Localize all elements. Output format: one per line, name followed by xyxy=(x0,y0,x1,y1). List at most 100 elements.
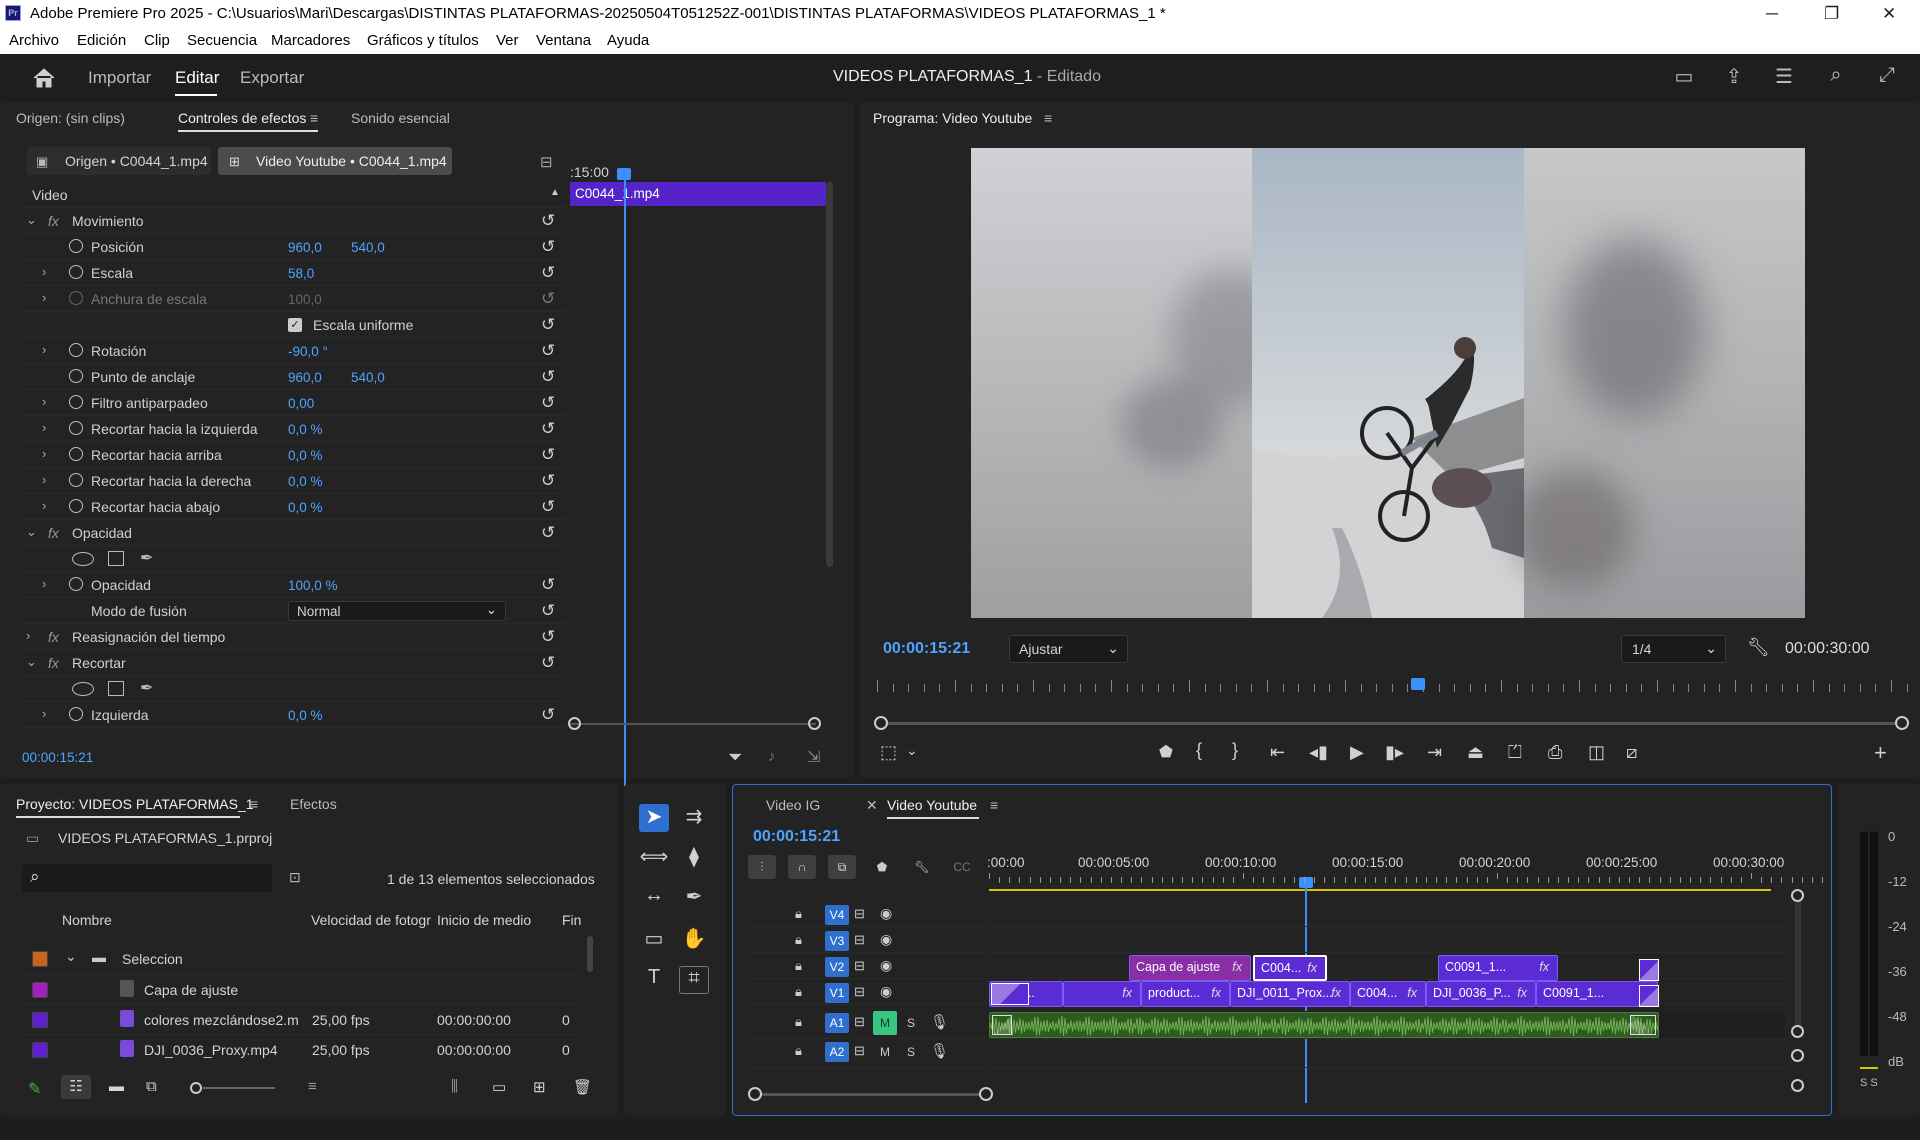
linked-selection-icon[interactable]: ⧉ xyxy=(828,855,856,879)
expand-chevron-icon[interactable]: › xyxy=(42,394,46,409)
expand-chevron-icon[interactable]: › xyxy=(42,576,46,591)
wrench-icon[interactable]: 🔧︎ xyxy=(1747,637,1770,658)
property-value[interactable]: 960,0 xyxy=(288,240,322,255)
list-view-icon[interactable]: ☷ xyxy=(61,1075,91,1099)
timeline-clip[interactable]: fx xyxy=(1063,981,1141,1007)
clip-fx-badge[interactable]: fx xyxy=(1211,986,1221,1000)
program-ruler[interactable] xyxy=(877,680,1908,694)
export-frame-icon[interactable]: ⇲ xyxy=(807,747,820,767)
stopwatch-icon[interactable] xyxy=(69,447,83,461)
menu-ayuda[interactable]: Ayuda xyxy=(607,32,649,49)
track-target-v3[interactable]: V3 xyxy=(825,931,849,951)
filter-icon[interactable]: ⏷ xyxy=(728,747,742,768)
close-button[interactable]: ✕ xyxy=(1882,4,1896,24)
reset-icon[interactable]: ↺ xyxy=(541,419,555,439)
property-value[interactable]: 58,0 xyxy=(288,266,314,281)
menu-ventana[interactable]: Ventana xyxy=(536,32,591,49)
icon-view-icon[interactable]: ▬ xyxy=(109,1078,124,1095)
menu-marcadores[interactable]: Marcadores xyxy=(271,32,350,49)
settings-chevron-icon[interactable]: ⌄ xyxy=(906,742,918,759)
timeline-clip[interactable]: C004... fx xyxy=(1253,955,1327,981)
stopwatch-icon[interactable] xyxy=(69,395,83,409)
timeline-settings-icon[interactable]: 🔧︎ xyxy=(908,855,936,879)
step-back-icon[interactable]: ◂▮ xyxy=(1309,742,1328,763)
play-icon[interactable]: ▶ xyxy=(1350,742,1364,763)
label-color-swatch[interactable] xyxy=(32,1042,48,1058)
label-color-swatch[interactable] xyxy=(32,1012,48,1028)
reset-icon[interactable]: ↺ xyxy=(541,705,555,725)
a-scroll-bottom[interactable] xyxy=(1791,1079,1804,1092)
property-value[interactable]: 960,0 xyxy=(288,370,322,385)
meter-clip-indicator[interactable] xyxy=(1860,824,1878,832)
tab-video-youtube[interactable]: Video Youtube xyxy=(887,797,977,813)
timeline-clip[interactable]: C004... fx xyxy=(1350,981,1426,1007)
go-to-in-icon[interactable]: ⇤ xyxy=(1270,742,1285,763)
stopwatch-icon[interactable] xyxy=(69,369,83,383)
reset-icon[interactable]: ↺ xyxy=(541,341,555,361)
timeline-zoom-left[interactable] xyxy=(748,1087,762,1101)
sync-lock-icon[interactable]: ⊟ xyxy=(854,906,865,922)
microphone-icon[interactable]: 🎙︎ xyxy=(930,1042,949,1060)
lift-icon[interactable]: ⏏ xyxy=(1467,742,1484,763)
label-color-swatch[interactable] xyxy=(32,982,48,998)
program-menu-icon[interactable]: ≡ xyxy=(1044,110,1052,126)
reset-icon[interactable]: ↺ xyxy=(541,289,555,309)
tab-video-ig[interactable]: Video IG xyxy=(766,797,820,813)
expand-chevron-icon[interactable]: › xyxy=(42,420,46,435)
column-nombre[interactable]: Nombre xyxy=(62,912,112,928)
reset-icon[interactable]: ↺ xyxy=(541,627,555,647)
expand-chevron-icon[interactable]: › xyxy=(42,446,46,461)
mark-in-icon[interactable]: { xyxy=(1196,740,1202,761)
pencil-icon[interactable]: ✎ xyxy=(28,1079,41,1099)
pen-tool[interactable]: ✒ xyxy=(679,884,709,912)
column-fin[interactable]: Fin xyxy=(562,912,581,928)
reset-icon[interactable]: ↺ xyxy=(541,445,555,465)
nav-editar[interactable]: Editar xyxy=(175,68,219,88)
zoom-handle-left[interactable] xyxy=(568,717,581,730)
property-value[interactable]: 0,00 xyxy=(288,396,314,411)
tab-efectos[interactable]: Efectos xyxy=(290,796,337,812)
property-value[interactable]: 0,0 % xyxy=(288,422,323,437)
clip-fx-badge[interactable]: fx xyxy=(1517,986,1527,1000)
step-forward-icon[interactable]: ▮▸ xyxy=(1385,742,1404,763)
camera-icon[interactable]: ⎙ xyxy=(1548,742,1562,763)
ec-vertical-scrollbar[interactable] xyxy=(826,182,833,567)
reset-icon[interactable]: ↺ xyxy=(541,263,555,283)
ellipse-mask-icon[interactable] xyxy=(72,552,94,566)
lock-icon[interactable]: 🔒︎ xyxy=(795,1043,802,1059)
solo-button[interactable]: S xyxy=(907,1045,915,1059)
mini-timeline-clip[interactable]: C0044_1.mp4 xyxy=(570,182,826,206)
column-fps[interactable]: Velocidad de fotogr xyxy=(311,912,431,928)
stopwatch-icon[interactable] xyxy=(69,421,83,435)
program-zoom-left[interactable] xyxy=(874,716,888,730)
v-scroll-top[interactable] xyxy=(1791,889,1804,902)
generative-extend-tool[interactable]: ⌗ xyxy=(679,966,709,994)
sync-lock-icon[interactable]: ⊟ xyxy=(854,1014,865,1030)
nest-toggle-icon[interactable]: ⫶ xyxy=(748,855,776,879)
audio-fade-in[interactable] xyxy=(992,1015,1012,1035)
sync-lock-icon[interactable]: ⊟ xyxy=(854,932,865,948)
extract-icon[interactable]: ⏍ xyxy=(1508,742,1522,763)
stopwatch-icon[interactable] xyxy=(69,707,83,721)
clip-fx-badge[interactable]: fx xyxy=(1122,986,1132,1000)
stopwatch-icon[interactable] xyxy=(69,265,83,279)
program-playhead[interactable] xyxy=(1410,678,1425,690)
stopwatch-icon[interactable] xyxy=(69,577,83,591)
mark-out-icon[interactable]: } xyxy=(1232,740,1238,761)
timeline-timecode[interactable]: 00:00:15:21 xyxy=(753,828,840,846)
track-target-a1[interactable]: A1 xyxy=(825,1013,849,1033)
solo-button[interactable]: S xyxy=(907,1016,915,1030)
expand-chevron-icon[interactable]: ⌄ xyxy=(26,212,37,228)
search-sparkle-icon[interactable]: ⌕ xyxy=(1823,64,1849,90)
timeline-playhead-handle[interactable] xyxy=(1299,877,1313,888)
rectangle-tool[interactable]: ▭ xyxy=(639,926,669,954)
close-tab-icon[interactable]: ✕ xyxy=(866,797,878,814)
clip-fx-badge[interactable]: fx xyxy=(1331,986,1341,1000)
lock-icon[interactable]: 🔒︎ xyxy=(795,906,802,922)
microphone-icon[interactable]: 🎙︎ xyxy=(930,1013,949,1031)
new-bin-icon[interactable]: ⊡ xyxy=(289,869,301,886)
show-timeline-icon[interactable]: ⊟ xyxy=(540,153,553,171)
clip-fx-badge[interactable]: fx xyxy=(1232,960,1242,974)
property-value[interactable]: 0,0 % xyxy=(288,448,323,463)
expand-chevron-icon[interactable]: › xyxy=(42,264,46,279)
